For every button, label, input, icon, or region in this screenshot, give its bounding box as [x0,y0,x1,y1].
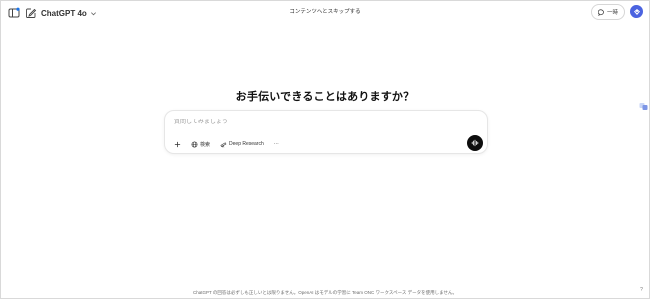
footer-disclaimer: ChatGPT の回答は必ずしも正しいとは限りません。OpenAI はモデルの学… [193,290,457,295]
composer: 検索 Deep Research ··· [164,110,488,154]
deep-research-label: Deep Research [229,141,264,147]
deep-research-button[interactable]: Deep Research [217,138,267,150]
avatar-logo-icon [633,8,640,15]
plus-icon [174,141,181,147]
voice-mode-button[interactable] [467,135,483,151]
avatar[interactable] [630,5,643,18]
more-tools-button[interactable]: ··· [271,138,282,150]
attach-button[interactable] [171,138,184,150]
composer-tools: 検索 Deep Research ··· [171,138,282,150]
voice-wave-icon [471,139,479,147]
temporary-chat-button[interactable]: 一時 [591,4,625,20]
skip-to-content-link[interactable]: コンテンツへとスキップする [289,9,360,15]
temporary-chat-label: 一時 [606,10,618,16]
help-button[interactable]: ? [638,287,645,294]
search-label: 検索 [200,141,211,148]
search-button[interactable]: 検索 [188,138,213,150]
globe-icon [191,141,198,147]
prompt-input[interactable] [174,119,434,125]
page-title: お手伝いできることはありますか？ [235,91,415,103]
chat-bubble-icon [597,8,604,16]
ellipsis-icon: ··· [273,141,279,147]
skip-to-content: コンテンツへとスキップする [0,7,650,15]
telescope-icon [220,141,227,147]
top-bar: ChatGPT 4o コンテンツへとスキップする 一時 [0,0,650,26]
